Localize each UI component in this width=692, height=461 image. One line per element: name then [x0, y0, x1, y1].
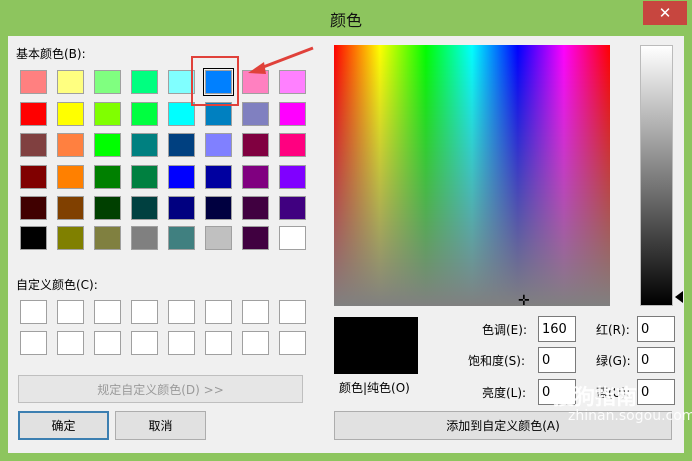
color-swatch[interactable]: [20, 165, 47, 189]
color-swatch[interactable]: [131, 70, 158, 94]
custom-color-slot[interactable]: [57, 300, 84, 324]
crosshair-icon: ✛: [518, 293, 530, 309]
custom-colors-label: 自定义颜色(C):: [16, 278, 98, 292]
color-swatch[interactable]: [279, 196, 306, 220]
color-swatch[interactable]: [205, 226, 232, 250]
watermark-text: 搜狗指南: [553, 385, 637, 409]
luminosity-arrow-icon[interactable]: [675, 291, 683, 303]
color-swatch[interactable]: [94, 133, 121, 157]
color-swatch[interactable]: [131, 226, 158, 250]
color-swatch[interactable]: [20, 102, 47, 126]
color-swatch[interactable]: [279, 165, 306, 189]
custom-color-slot[interactable]: [279, 300, 306, 324]
custom-color-slot[interactable]: [168, 300, 195, 324]
basic-colors-label: 基本颜色(B):: [16, 47, 86, 61]
close-icon: ✕: [658, 4, 672, 22]
red-field[interactable]: [637, 316, 675, 342]
color-swatch[interactable]: [279, 226, 306, 250]
color-swatch[interactable]: [168, 196, 195, 220]
custom-color-slot[interactable]: [20, 331, 47, 355]
color-swatch[interactable]: [242, 165, 269, 189]
title-bar: 颜色 ✕: [0, 0, 692, 36]
color-swatch[interactable]: [57, 165, 84, 189]
color-swatch[interactable]: [205, 165, 232, 189]
color-swatch[interactable]: [242, 133, 269, 157]
custom-color-slot[interactable]: [242, 331, 269, 355]
color-swatch[interactable]: [20, 196, 47, 220]
color-swatch[interactable]: [242, 196, 269, 220]
custom-color-slot[interactable]: [279, 331, 306, 355]
color-swatch[interactable]: [168, 165, 195, 189]
color-swatch[interactable]: [168, 226, 195, 250]
color-swatch[interactable]: [20, 70, 47, 94]
ok-button[interactable]: 确定: [18, 411, 109, 440]
saturation-label: 饱和度(S):: [468, 354, 526, 368]
color-swatch[interactable]: [94, 226, 121, 250]
color-swatch[interactable]: [57, 133, 84, 157]
color-swatch[interactable]: [242, 70, 269, 94]
color-swatch[interactable]: [168, 133, 195, 157]
color-swatch[interactable]: [205, 133, 232, 157]
color-swatch[interactable]: [279, 70, 306, 94]
custom-color-slot[interactable]: [131, 331, 158, 355]
annotation-highlight-box: [191, 56, 239, 106]
color-swatch[interactable]: [131, 102, 158, 126]
color-dialog: 颜色 ✕ 基本颜色(B): 自定义颜色(C): 规定自定义颜色(D) >> 确定…: [0, 0, 692, 461]
custom-color-slot[interactable]: [20, 300, 47, 324]
color-swatch[interactable]: [131, 133, 158, 157]
color-swatch[interactable]: [94, 165, 121, 189]
color-swatch[interactable]: [279, 133, 306, 157]
hue-field[interactable]: [538, 316, 576, 342]
color-swatch[interactable]: [94, 196, 121, 220]
red-label: 红(R):: [596, 323, 630, 337]
custom-color-slot[interactable]: [168, 331, 195, 355]
color-spectrum-picker[interactable]: [334, 45, 610, 306]
window-title: 颜色: [329, 11, 362, 30]
close-button[interactable]: ✕: [643, 1, 687, 25]
custom-color-slot[interactable]: [131, 300, 158, 324]
color-swatch[interactable]: [94, 70, 121, 94]
color-swatch[interactable]: [205, 196, 232, 220]
color-solid-label: 颜色|纯色(O): [339, 381, 410, 395]
luminosity-slider[interactable]: [640, 45, 673, 306]
color-swatch[interactable]: [57, 70, 84, 94]
color-swatch[interactable]: [57, 102, 84, 126]
color-swatch[interactable]: [20, 133, 47, 157]
cancel-button[interactable]: 取消: [115, 411, 206, 440]
hue-label: 色调(E):: [482, 323, 527, 337]
color-swatch[interactable]: [131, 165, 158, 189]
luminosity-label: 亮度(L):: [482, 386, 527, 400]
dialog-body: 基本颜色(B): 自定义颜色(C): 规定自定义颜色(D) >> 确定 取消 ✛…: [8, 36, 692, 453]
color-swatch[interactable]: [20, 226, 47, 250]
custom-color-slot[interactable]: [205, 300, 232, 324]
color-swatch[interactable]: [57, 226, 84, 250]
color-swatch[interactable]: [279, 102, 306, 126]
color-swatch[interactable]: [94, 102, 121, 126]
custom-color-slot[interactable]: [94, 300, 121, 324]
green-field[interactable]: [637, 347, 675, 373]
color-swatch[interactable]: [57, 196, 84, 220]
custom-color-slot[interactable]: [205, 331, 232, 355]
blue-field[interactable]: [637, 379, 675, 405]
custom-color-slot[interactable]: [94, 331, 121, 355]
color-swatch[interactable]: [242, 102, 269, 126]
watermark-url: zhinan.sogou.com: [568, 408, 692, 424]
color-swatch[interactable]: [242, 226, 269, 250]
color-preview: [334, 317, 418, 374]
color-swatch[interactable]: [131, 196, 158, 220]
define-custom-colors-button[interactable]: 规定自定义颜色(D) >>: [18, 375, 303, 403]
green-label: 绿(G):: [596, 354, 631, 368]
saturation-field[interactable]: [538, 347, 576, 373]
custom-color-slot[interactable]: [57, 331, 84, 355]
custom-color-slot[interactable]: [242, 300, 269, 324]
